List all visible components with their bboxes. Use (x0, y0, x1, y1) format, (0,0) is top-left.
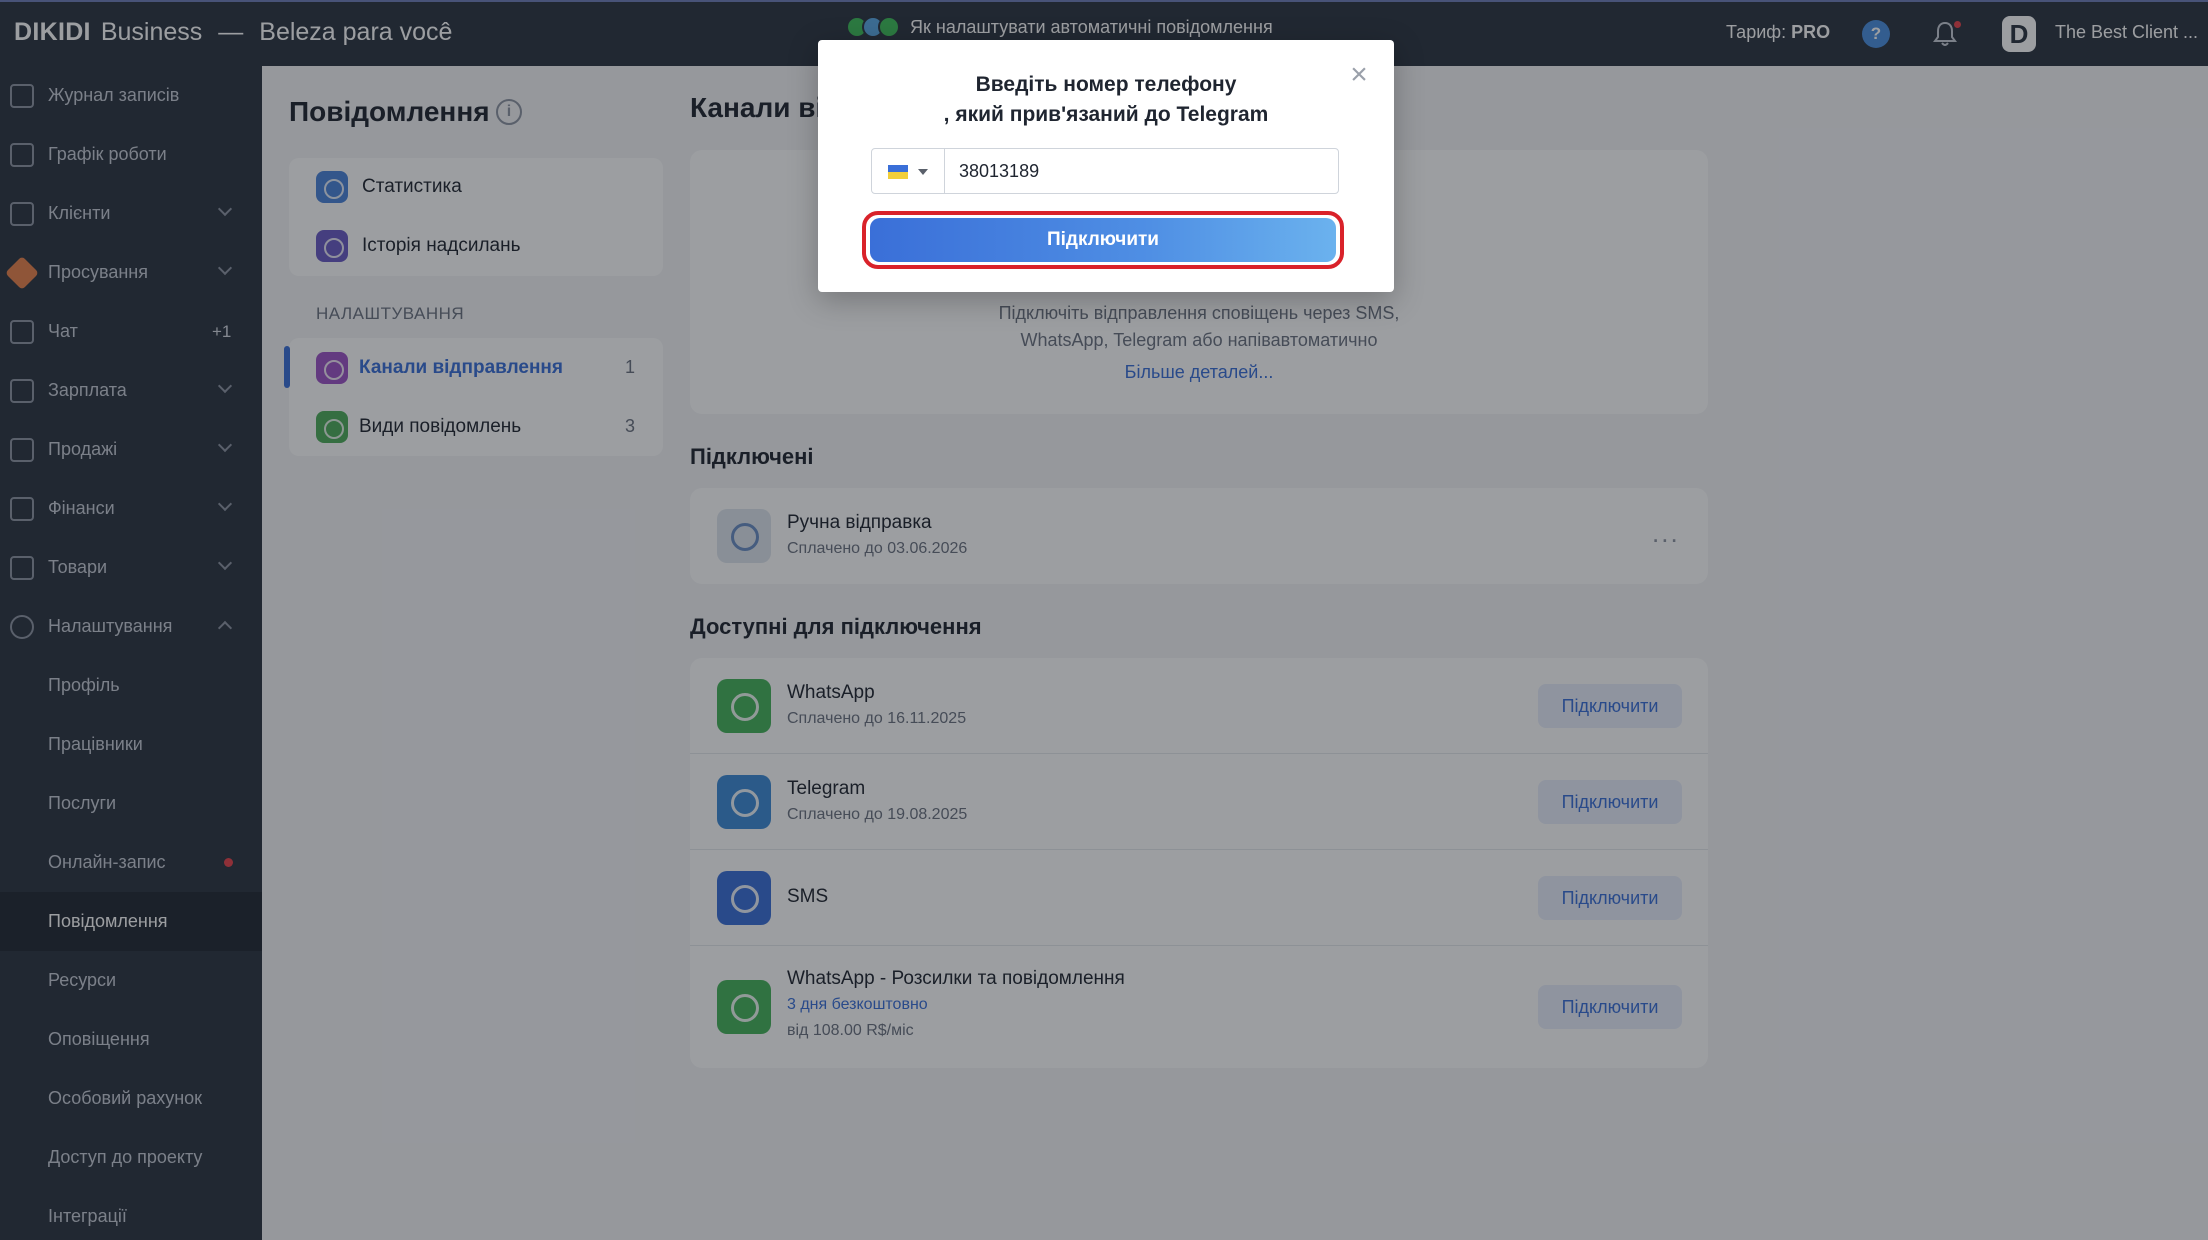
phone-field (871, 148, 1339, 194)
ukraine-flag-icon (888, 165, 908, 179)
connect-button[interactable]: Підключити (870, 218, 1336, 262)
phone-input[interactable] (945, 149, 1338, 193)
modal-title-line-2: , який прив'язаний до Telegram (943, 103, 1269, 126)
caret-down-icon (918, 169, 928, 175)
country-selector[interactable] (872, 149, 945, 193)
telegram-phone-modal: Введіть номер телефону , який прив'язани… (818, 40, 1394, 292)
modal-title-line-1: Введіть номер телефону (975, 73, 1237, 96)
close-icon[interactable]: × (1346, 60, 1372, 90)
modal-title: Введіть номер телефону , який прив'язани… (818, 70, 1394, 130)
